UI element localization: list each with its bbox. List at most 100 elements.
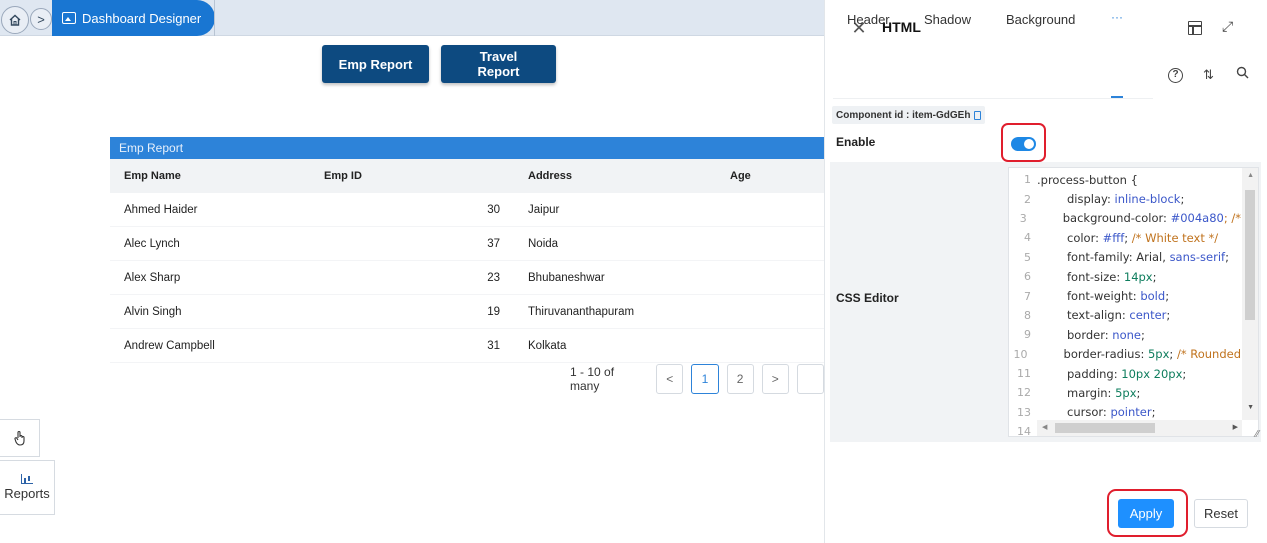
code-token: 14px bbox=[1123, 269, 1153, 284]
code-token: center bbox=[1129, 308, 1167, 323]
last-page-button[interactable] bbox=[796, 364, 824, 394]
prev-page-button[interactable]: < bbox=[656, 364, 684, 394]
cell-address: Kolkata bbox=[528, 339, 567, 352]
code-text: border: none; bbox=[1037, 328, 1145, 342]
image-icon bbox=[62, 12, 76, 24]
code-text: .process-button { bbox=[1037, 173, 1138, 187]
code-token: 10px 20px bbox=[1121, 366, 1183, 381]
line-number: 8 bbox=[1024, 308, 1031, 322]
cell-address: Thiruvananthapuram bbox=[528, 305, 635, 318]
line-number: 3 bbox=[1019, 211, 1027, 225]
properties-panel: ✕ HTML ⤢ Header Shadow Background ··· ? … bbox=[824, 0, 1267, 543]
copy-icon[interactable] bbox=[974, 110, 982, 120]
scroll-right-icon[interactable]: ▶ bbox=[1233, 423, 1238, 431]
topbar-divider bbox=[214, 0, 215, 36]
table-row[interactable]: Alec Lynch 37 Noida bbox=[110, 227, 824, 261]
scroll-up-icon[interactable]: ▲ bbox=[1247, 172, 1254, 179]
scroll-left-icon[interactable]: ◀ bbox=[1042, 423, 1047, 431]
tab-background[interactable]: Background bbox=[1006, 12, 1075, 27]
line-number: 13 bbox=[1017, 405, 1031, 419]
vertical-scrollbar[interactable]: ▲ ▼ bbox=[1242, 168, 1258, 420]
expand-icon[interactable]: ⤢ bbox=[1222, 18, 1233, 35]
code-text: font-family: Arial, sans-serif; bbox=[1037, 250, 1229, 264]
code-token: cursor: bbox=[1067, 405, 1111, 420]
column-header-address[interactable]: Address bbox=[512, 170, 712, 182]
code-text: cursor: pointer; bbox=[1037, 405, 1155, 419]
line-number: 11 bbox=[1017, 367, 1031, 381]
line-number: 2 bbox=[1024, 192, 1031, 206]
code-line: 4 color: #fff; /* White text */ bbox=[1009, 228, 1241, 247]
reports-tool-button[interactable]: Reports bbox=[0, 460, 55, 515]
sort-icon[interactable]: ⇅ bbox=[1203, 67, 1214, 83]
table-row[interactable]: Andrew Campbell 31 Kolkata bbox=[110, 329, 824, 363]
next-page-button[interactable]: > bbox=[761, 364, 789, 394]
interaction-tool-button[interactable] bbox=[0, 419, 40, 457]
travel-report-button[interactable]: Travel Report bbox=[441, 45, 556, 83]
cell-emp-id: 37 bbox=[487, 237, 500, 250]
tab-header[interactable]: Header bbox=[847, 12, 890, 27]
horizontal-scrollbar[interactable]: ◀ ▶ bbox=[1037, 420, 1242, 436]
code-token: font-family: Arial, bbox=[1067, 250, 1170, 265]
code-text: font-size: 14px; bbox=[1037, 270, 1157, 284]
code-token: ; bbox=[1180, 192, 1185, 207]
cell-address: Jaipur bbox=[528, 203, 560, 216]
cell-emp-id: 30 bbox=[487, 203, 500, 216]
layout-icon[interactable] bbox=[1188, 21, 1202, 35]
code-token: padding: bbox=[1067, 366, 1122, 381]
vertical-scroll-thumb[interactable] bbox=[1245, 190, 1255, 320]
cell-emp-id: 31 bbox=[487, 339, 500, 352]
chevron-right-icon: > bbox=[771, 372, 779, 386]
code-text: color: #fff; /* White text */ bbox=[1037, 231, 1218, 245]
code-token: ; bbox=[1124, 230, 1132, 245]
code-token: inline-block bbox=[1114, 192, 1181, 207]
page-button-1[interactable]: 1 bbox=[691, 364, 719, 394]
cell-address: Noida bbox=[528, 237, 559, 250]
code-line: 10 border-radius: 5px; /* Rounded bbox=[1009, 345, 1241, 364]
tab-shadow[interactable]: Shadow bbox=[924, 12, 971, 27]
code-text: font-weight: bold; bbox=[1037, 289, 1169, 303]
search-glyph bbox=[1236, 66, 1249, 79]
scroll-down-icon[interactable]: ▼ bbox=[1247, 404, 1254, 411]
cell-emp-id: 23 bbox=[487, 271, 500, 284]
column-header-age[interactable]: Age bbox=[712, 170, 824, 182]
breadcrumb-current[interactable]: Dashboard Designer bbox=[52, 0, 216, 36]
home-button[interactable] bbox=[1, 6, 29, 34]
tab-more[interactable]: ··· bbox=[1111, 10, 1123, 24]
breadcrumb-separator[interactable]: > bbox=[30, 8, 52, 30]
table-title: Emp Report bbox=[110, 137, 824, 159]
breadcrumb-current-label: Dashboard Designer bbox=[82, 10, 202, 26]
breadcrumb: > Dashboard Designer bbox=[0, 0, 824, 36]
reset-button[interactable]: Reset bbox=[1194, 499, 1248, 528]
css-editor[interactable]: 1 .process-button {2 display: inline-block… bbox=[1008, 167, 1259, 437]
table-row[interactable]: Ahmed Haider 30 Jaipur bbox=[110, 193, 824, 227]
chevron-left-icon: < bbox=[666, 372, 674, 386]
line-number: 14 bbox=[1017, 425, 1031, 437]
line-number: 4 bbox=[1024, 231, 1031, 245]
panel-header: ✕ HTML ⤢ bbox=[825, 0, 1267, 58]
horizontal-scroll-thumb[interactable] bbox=[1055, 423, 1155, 433]
line-number: 6 bbox=[1024, 270, 1031, 284]
tabs-divider bbox=[833, 98, 1153, 99]
help-icon[interactable]: ? bbox=[1168, 68, 1183, 83]
code-token: ; bbox=[1165, 289, 1170, 304]
code-token: ; bbox=[1141, 327, 1145, 342]
cell-address: Bhubaneshwar bbox=[528, 271, 605, 284]
chevron-right-icon: > bbox=[37, 11, 45, 27]
emp-report-button[interactable]: Emp Report bbox=[322, 45, 429, 83]
column-header-emp-name[interactable]: Emp Name bbox=[110, 170, 312, 182]
search-icon[interactable] bbox=[1236, 66, 1249, 82]
table-row[interactable]: Alex Sharp 23 Bhubaneshwar bbox=[110, 261, 824, 295]
bar-chart-icon bbox=[21, 474, 33, 484]
resize-grip-icon[interactable]: ⁄⁄ bbox=[1256, 429, 1259, 440]
table-row[interactable]: Alvin Singh 19 Thiruvananthapuram bbox=[110, 295, 824, 329]
code-token: 5px bbox=[1115, 385, 1137, 400]
column-header-emp-id[interactable]: Emp ID bbox=[312, 170, 512, 182]
page-button-2[interactable]: 2 bbox=[726, 364, 754, 394]
code-token: ; bbox=[1166, 308, 1171, 323]
css-editor-label: CSS Editor bbox=[836, 291, 899, 305]
code-line: 5 font-family: Arial, sans-serif; bbox=[1009, 248, 1241, 267]
code-token: ; bbox=[1152, 269, 1157, 284]
code-token: pointer bbox=[1110, 405, 1152, 420]
code-line: 1 .process-button { bbox=[1009, 170, 1241, 189]
table-header-row: Emp Name Emp ID Address Age bbox=[110, 159, 824, 193]
